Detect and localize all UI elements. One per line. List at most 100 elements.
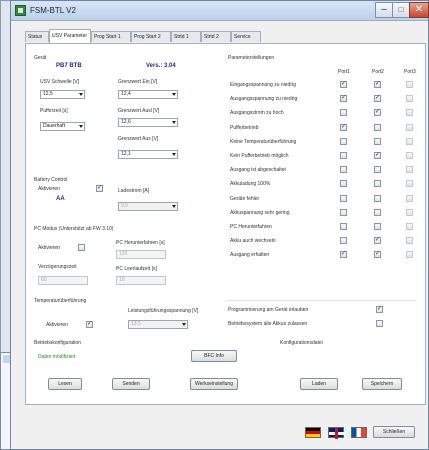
warning-label: Eingangsspannung zu niedrig (230, 82, 296, 88)
warning-port2-checkbox[interactable]: ✓ (374, 109, 381, 117)
senden-button[interactable]: Senden (112, 378, 150, 390)
tab-prog-start-1[interactable]: Prog Start 1 (91, 31, 131, 42)
warning-port1-checkbox[interactable] (340, 208, 347, 216)
warning-label: Ausgangsspannung zu niedrig (230, 96, 298, 103)
verzoegerung-input[interactable]: 60 (38, 276, 88, 285)
warning-label: Akkuspannung sehr gering (230, 209, 290, 216)
warning-label: Pufferbetrieb (230, 124, 259, 131)
battery-aa-label: AA (56, 196, 65, 202)
warning-port2-checkbox[interactable] (374, 137, 381, 145)
warning-port2-checkbox[interactable]: ✓ (374, 95, 381, 103)
maximize-button[interactable]: □ (392, 2, 410, 18)
warning-label: PC Herunterfahren (230, 224, 272, 230)
divider (226, 300, 416, 301)
warning-port3-checkbox[interactable] (406, 180, 413, 188)
warning-port1-checkbox[interactable] (340, 152, 347, 159)
pufferzeit-select[interactable]: Dauerhaft (40, 122, 85, 131)
flag-uk-icon[interactable] (328, 427, 345, 439)
warning-port2-checkbox[interactable] (374, 123, 381, 131)
warning-port2-checkbox[interactable]: ✓ (374, 81, 381, 88)
chevron-down-icon (172, 205, 176, 208)
grenzwert-ein-label: Grenzwert Ein [V] (118, 79, 158, 85)
warning-port1-checkbox[interactable]: ✓ (340, 251, 347, 259)
warning-port1-checkbox[interactable] (340, 237, 347, 245)
warning-port2-checkbox[interactable]: ✓ (374, 152, 381, 159)
grenzwert-ausl-select[interactable]: 12,6 (118, 118, 178, 127)
betrieb-checkbox[interactable] (376, 320, 383, 327)
warning-port3-checkbox[interactable] (406, 152, 413, 159)
main-window: FSM-BTL V2 – □ ✕ Status USV Parameter Pr… (10, 0, 429, 450)
usv-schwelle-select[interactable]: 12,5 (40, 90, 85, 99)
schliessen-button[interactable]: Schließen (373, 426, 415, 438)
warning-port2-checkbox[interactable] (374, 223, 381, 230)
warning-port2-checkbox[interactable]: ✓ (374, 251, 381, 259)
warning-port3-checkbox[interactable] (406, 109, 413, 117)
warning-label: Kein Pufferbetrieb möglich (230, 153, 289, 159)
chevron-down-icon (172, 153, 176, 156)
grenzwert-ein-select[interactable]: 12,4 (118, 90, 178, 99)
warning-port1-checkbox[interactable]: ✓ (340, 95, 347, 103)
warning-port1-checkbox[interactable] (340, 166, 347, 174)
warning-port2-checkbox[interactable]: ✓ (374, 237, 381, 245)
grenzwert-aus-select[interactable]: 12,1 (118, 150, 178, 159)
warning-port1-checkbox[interactable]: ✓ (340, 123, 347, 131)
temp-aktivieren-label: Aktivieren (46, 322, 68, 328)
prog-allow-checkbox[interactable]: ✓ (376, 306, 383, 313)
pc-aktivieren-checkbox[interactable] (78, 244, 85, 251)
pc-leerlaufzeit-label: PC Leerlaufzeit [s] (116, 266, 157, 272)
warning-port2-checkbox[interactable] (374, 166, 381, 174)
warning-port1-checkbox[interactable] (340, 223, 347, 230)
tab-status[interactable]: Status (25, 31, 49, 42)
tab-strtd-2[interactable]: Strtd 2 (201, 31, 231, 42)
ladestrom-select[interactable]: 0,5 (118, 202, 178, 211)
pc-herunterfahren-input[interactable]: 120 (116, 250, 166, 259)
warning-label: Keine Temperaturüberführung (230, 138, 297, 145)
laden-button[interactable]: Laden (300, 378, 338, 390)
tab-strtd-1[interactable]: Strtd 1 (171, 31, 201, 42)
warning-port3-checkbox[interactable] (406, 81, 413, 88)
app-icon (15, 5, 26, 16)
warning-port3-checkbox[interactable] (406, 137, 413, 145)
warning-port3-checkbox[interactable] (406, 251, 413, 259)
warning-port1-checkbox[interactable]: ✓ (340, 81, 347, 88)
device-header: Gerät (34, 55, 47, 61)
speichern-button[interactable]: Speichern (362, 378, 402, 390)
warning-port3-checkbox[interactable] (406, 123, 413, 131)
warning-port3-checkbox[interactable] (406, 223, 413, 230)
warning-port3-checkbox[interactable] (406, 166, 413, 174)
warning-label: Ausgang ist abgeschaltet (230, 167, 286, 174)
warning-port1-checkbox[interactable] (340, 194, 347, 202)
pc-leerlaufzeit-input[interactable]: 10 (116, 276, 166, 285)
flag-fr-icon[interactable] (351, 427, 367, 438)
warning-port1-checkbox[interactable] (340, 109, 347, 117)
close-button[interactable]: ✕ (409, 2, 429, 18)
warning-port3-checkbox[interactable] (406, 237, 413, 245)
tab-service[interactable]: Service (231, 31, 261, 42)
warning-port1-checkbox[interactable] (340, 180, 347, 188)
warning-port2-checkbox[interactable] (374, 194, 381, 202)
chevron-down-icon (182, 323, 186, 326)
minimize-button[interactable]: – (375, 2, 393, 18)
warning-port3-checkbox[interactable] (406, 208, 413, 216)
diag-header: Betriebskonfiguration (34, 340, 81, 346)
usv-parameter-panel: Gerät PB7 BTB Vers.: 3.04 USV Schwelle [… (25, 43, 426, 405)
battery-aktivieren-checkbox[interactable]: ✓ (96, 185, 103, 192)
bfc-info-button[interactable]: BFC Info (191, 350, 237, 362)
verzoegerung-label: Verzögerungszeit (38, 264, 77, 270)
warning-port3-checkbox[interactable] (406, 194, 413, 202)
werkseinstellung-button[interactable]: Werkseinstellung (190, 378, 238, 390)
warning-port3-checkbox[interactable] (406, 95, 413, 103)
konfig-label: Konfigurationsdatei (280, 340, 323, 346)
warning-port1-checkbox[interactable] (340, 137, 347, 145)
warning-label: Akku auch wechseln (230, 238, 276, 245)
lesen-button[interactable]: Lesen (48, 378, 82, 390)
warning-port2-checkbox[interactable] (374, 208, 381, 216)
pc-aktivieren-label: Aktivieren (38, 245, 60, 251)
flag-de-icon[interactable] (305, 427, 321, 438)
tab-prog-start-2[interactable]: Prog Start 2 (131, 31, 171, 42)
tab-usv-parameter[interactable]: USV Parameter (49, 29, 91, 43)
warning-port2-checkbox[interactable] (374, 180, 381, 188)
leistung-select[interactable]: 13,5 (128, 320, 188, 329)
temp-aktivieren-checkbox[interactable]: ✓ (86, 321, 93, 328)
chevron-down-icon (79, 125, 83, 128)
